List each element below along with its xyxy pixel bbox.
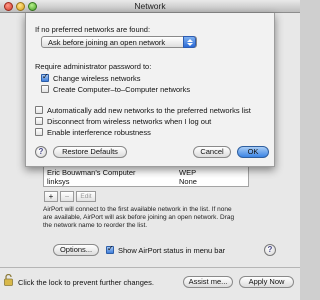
help-button[interactable]: ? <box>264 244 276 256</box>
interference-robustness-checkbox[interactable]: Enable interference robustness <box>35 127 151 137</box>
window-title: Network <box>134 1 166 11</box>
network-security: WEP <box>179 168 197 177</box>
assist-me-button[interactable]: Assist me... <box>183 276 233 288</box>
sheet-help-button[interactable]: ? <box>35 146 47 158</box>
apply-now-button[interactable]: Apply Now <box>239 276 294 288</box>
popup-arrows-icon <box>183 36 196 48</box>
no-preferred-label: If no preferred networks are found: <box>35 25 151 34</box>
change-wireless-checkbox[interactable]: Change wireless networks <box>41 72 141 83</box>
options-button[interactable]: Options... <box>53 244 99 256</box>
no-preferred-value: Ask before joining an open network <box>48 38 166 47</box>
info-line: the network name to reorder the list. <box>43 222 148 229</box>
admin-password-label: Require administrator password to: <box>35 62 152 71</box>
airport-options-sheet: If no preferred networks are found: Ask … <box>25 13 275 167</box>
auto-add-networks-checkbox[interactable]: Automatically add new networks to the pr… <box>35 105 251 115</box>
interference-robustness-check[interactable] <box>35 128 43 136</box>
title-bar: Network <box>0 0 300 13</box>
show-airport-status-check[interactable] <box>106 244 114 254</box>
disconnect-logout-checkbox[interactable]: Disconnect from wireless networks when I… <box>35 116 211 126</box>
cancel-button[interactable]: Cancel <box>193 146 231 158</box>
table-row[interactable]: Eric Bouwman's Computer WEP <box>44 168 248 177</box>
remove-network-button[interactable]: − <box>60 191 74 202</box>
auto-add-networks-label: Automatically add new networks to the pr… <box>47 105 251 115</box>
restore-defaults-button[interactable]: Restore Defaults <box>53 146 127 158</box>
network-name: Eric Bouwman's Computer <box>47 168 136 177</box>
network-order-info: AirPort will connect to the first availa… <box>43 206 283 230</box>
edit-network-button[interactable]: Edit <box>76 191 96 202</box>
lock-icon[interactable] <box>4 274 13 286</box>
change-wireless-check[interactable] <box>41 72 49 82</box>
info-line: AirPort will connect to the first availa… <box>43 206 232 213</box>
create-c2c-label: Create Computer–to–Computer networks <box>53 84 191 94</box>
divider <box>0 267 300 268</box>
disconnect-logout-check[interactable] <box>35 117 43 125</box>
table-row[interactable]: linksys None <box>44 177 248 186</box>
disconnect-logout-label: Disconnect from wireless networks when I… <box>47 116 212 126</box>
network-security: None <box>179 177 197 186</box>
create-c2c-checkbox[interactable]: Create Computer–to–Computer networks <box>41 84 190 94</box>
change-wireless-label: Change wireless networks <box>53 73 141 83</box>
show-airport-status-label: Show AirPort status in menu bar <box>118 245 226 255</box>
info-line: are available, AirPort will ask before j… <box>43 214 235 221</box>
no-preferred-popup[interactable]: Ask before joining an open network <box>41 36 197 48</box>
show-airport-status-checkbox[interactable]: Show AirPort status in menu bar <box>106 244 226 255</box>
auto-add-networks-check[interactable] <box>35 106 43 114</box>
create-c2c-check[interactable] <box>41 85 49 93</box>
interference-robustness-label: Enable interference robustness <box>47 127 151 137</box>
add-network-button[interactable]: + <box>44 191 58 202</box>
lock-message: Click the lock to prevent further change… <box>18 278 154 287</box>
ok-button[interactable]: OK <box>237 146 269 158</box>
network-name: linksys <box>47 177 70 186</box>
